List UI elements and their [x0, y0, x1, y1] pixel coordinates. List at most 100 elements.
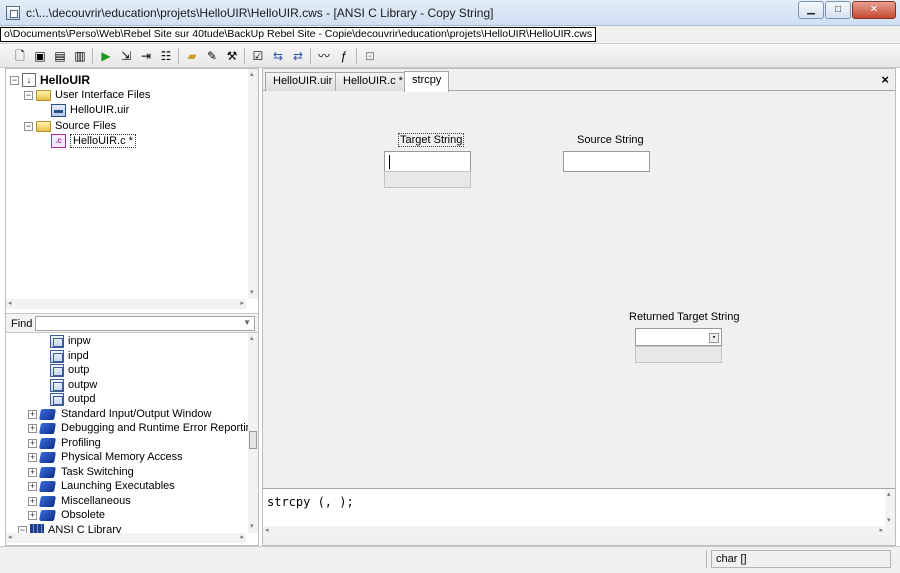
- scroll-down-icon[interactable]: ▾: [887, 517, 891, 525]
- function-label: outpw: [68, 379, 98, 391]
- list-item[interactable]: + Physical Memory Access: [28, 449, 183, 465]
- build-icon[interactable]: ⚒: [224, 48, 240, 64]
- scroll-right-icon[interactable]: ▸: [240, 300, 244, 308]
- tree-horizontal-scrollbar[interactable]: ◂ ▸: [6, 299, 246, 309]
- list-item[interactable]: outpd: [50, 391, 96, 407]
- source-string-input[interactable]: [563, 151, 650, 172]
- function-panel-icon: [50, 349, 64, 363]
- check-icon[interactable]: ☑: [250, 48, 266, 64]
- collapse-icon[interactable]: −: [24, 90, 33, 100]
- status-separator: [706, 550, 707, 568]
- expand-icon[interactable]: +: [28, 510, 37, 520]
- tab-hellouir-c[interactable]: HelloUIR.c *: [335, 72, 411, 91]
- minimize-button[interactable]: ▁: [798, 1, 824, 19]
- run-icon[interactable]: ▶: [98, 48, 114, 64]
- collapse-icon[interactable]: −: [10, 75, 19, 85]
- tree-row-folder[interactable]: − User Interface Files: [24, 87, 150, 103]
- expand-icon[interactable]: +: [28, 409, 37, 419]
- tree-row-file[interactable]: HelloUIR.uir: [51, 102, 129, 118]
- group-label: Miscellaneous: [61, 495, 131, 507]
- tree-vertical-scrollbar[interactable]: ▴ ▾: [248, 69, 258, 299]
- expand-icon[interactable]: +: [28, 496, 37, 506]
- expand-icon[interactable]: +: [28, 481, 37, 491]
- target-string-label: Target String: [398, 133, 465, 147]
- folder-icon: [36, 120, 51, 132]
- insert-icon[interactable]: ⊡: [362, 48, 378, 64]
- c-file-icon: .c: [51, 134, 66, 148]
- tree-row-project[interactable]: − ↓ HelloUIR: [10, 72, 90, 88]
- group-label: Profiling: [61, 437, 101, 449]
- book-icon: [39, 437, 56, 449]
- group-label: Task Switching: [61, 466, 134, 478]
- break-icon[interactable]: ⇆: [270, 48, 286, 64]
- list-item[interactable]: inpw: [50, 333, 91, 349]
- code-horizontal-scrollbar[interactable]: ◂ ▸: [263, 526, 885, 536]
- code-preview[interactable]: strcpy (, ); ▴ ▾ ◂ ▸: [263, 488, 895, 537]
- book-icon: [39, 495, 56, 507]
- code-vertical-scrollbar[interactable]: ▴ ▾: [885, 489, 895, 537]
- title-bar: c:\...\decouvrir\education\projets\Hello…: [0, 0, 900, 26]
- scroll-down-icon[interactable]: ▾: [250, 289, 254, 297]
- toolbar-separator: [356, 48, 357, 64]
- expand-icon[interactable]: +: [28, 423, 37, 433]
- list-item[interactable]: + Debugging and Runtime Error Reporting: [28, 420, 258, 436]
- file-label: HelloUIR.uir: [70, 104, 130, 116]
- tree-row-folder[interactable]: − Source Files: [24, 118, 116, 134]
- project-tree-panel: − ↓ HelloUIR − User Interface Files Hell…: [5, 68, 259, 546]
- maximize-button[interactable]: □: [825, 1, 851, 19]
- expand-icon[interactable]: +: [28, 467, 37, 477]
- scroll-right-icon[interactable]: ▸: [879, 527, 883, 535]
- folder-open-icon[interactable]: ▰: [184, 48, 200, 64]
- open-icon[interactable]: ▣: [32, 48, 48, 64]
- list-item[interactable]: outp: [50, 362, 89, 378]
- folder-label: Source Files: [55, 120, 117, 132]
- scroll-up-icon[interactable]: ▴: [250, 71, 254, 79]
- dropdown-indicator-icon[interactable]: ▪: [709, 333, 719, 343]
- tree-row-file[interactable]: .c HelloUIR.c *: [51, 133, 136, 149]
- new-file-icon[interactable]: 🗋: [12, 48, 28, 64]
- save-icon[interactable]: ▤: [52, 48, 68, 64]
- reload-icon[interactable]: ⇄: [290, 48, 306, 64]
- find-row: Find ▼: [6, 313, 258, 333]
- step-into-icon[interactable]: ⇲: [118, 48, 134, 64]
- close-button[interactable]: ✕: [852, 1, 896, 19]
- function-icon[interactable]: ƒ: [336, 48, 352, 64]
- scroll-left-icon[interactable]: ◂: [265, 527, 269, 535]
- scroll-up-icon[interactable]: ▴: [250, 335, 254, 343]
- project-tree: − ↓ HelloUIR − User Interface Files Hell…: [6, 69, 258, 299]
- chevron-down-icon[interactable]: ▼: [243, 318, 251, 327]
- group-label: Debugging and Runtime Error Reporting: [61, 422, 258, 434]
- scrollbar-thumb[interactable]: [249, 431, 257, 449]
- toolbar-separator: [244, 48, 245, 64]
- list-item[interactable]: + Launching Executables: [28, 478, 175, 494]
- close-tab-icon[interactable]: ×: [881, 72, 889, 87]
- watch-icon[interactable]: ☷: [158, 48, 174, 64]
- toolbar-separator: [92, 48, 93, 64]
- scroll-right-icon[interactable]: ▸: [240, 534, 244, 542]
- step-over-icon[interactable]: ⇥: [138, 48, 154, 64]
- expand-icon[interactable]: +: [28, 452, 37, 462]
- target-string-input[interactable]: [384, 151, 471, 172]
- library-horizontal-scrollbar[interactable]: ◂ ▸: [6, 533, 246, 543]
- list-item[interactable]: + Obsolete: [28, 507, 105, 523]
- scroll-down-icon[interactable]: ▾: [250, 523, 254, 531]
- scroll-left-icon[interactable]: ◂: [8, 300, 12, 308]
- find-input[interactable]: ▼: [35, 316, 255, 331]
- library-vertical-scrollbar[interactable]: ▴ ▾: [248, 333, 258, 533]
- save-all-icon[interactable]: ▥: [72, 48, 88, 64]
- workspace-path: o\Documents\Perso\Web\Rebel Site sur 40t…: [0, 27, 597, 42]
- source-string-label: Source String: [577, 134, 644, 146]
- scroll-left-icon[interactable]: ◂: [8, 534, 12, 542]
- scroll-up-icon[interactable]: ▴: [887, 491, 891, 499]
- returned-target-string-label: Returned Target String: [629, 311, 740, 323]
- load-icon[interactable]: ✎: [204, 48, 220, 64]
- folder-icon: [36, 89, 51, 101]
- tab-hellouir-uir[interactable]: HelloUIR.uir: [265, 72, 341, 91]
- collapse-icon[interactable]: −: [24, 121, 33, 131]
- book-icon: [39, 422, 56, 434]
- tab-strcpy[interactable]: strcpy: [404, 71, 450, 92]
- expand-icon[interactable]: +: [28, 438, 37, 448]
- browse-icon[interactable]: 〰: [316, 48, 332, 64]
- find-label: Find: [11, 318, 33, 330]
- returned-target-string-output[interactable]: ▪: [635, 328, 722, 346]
